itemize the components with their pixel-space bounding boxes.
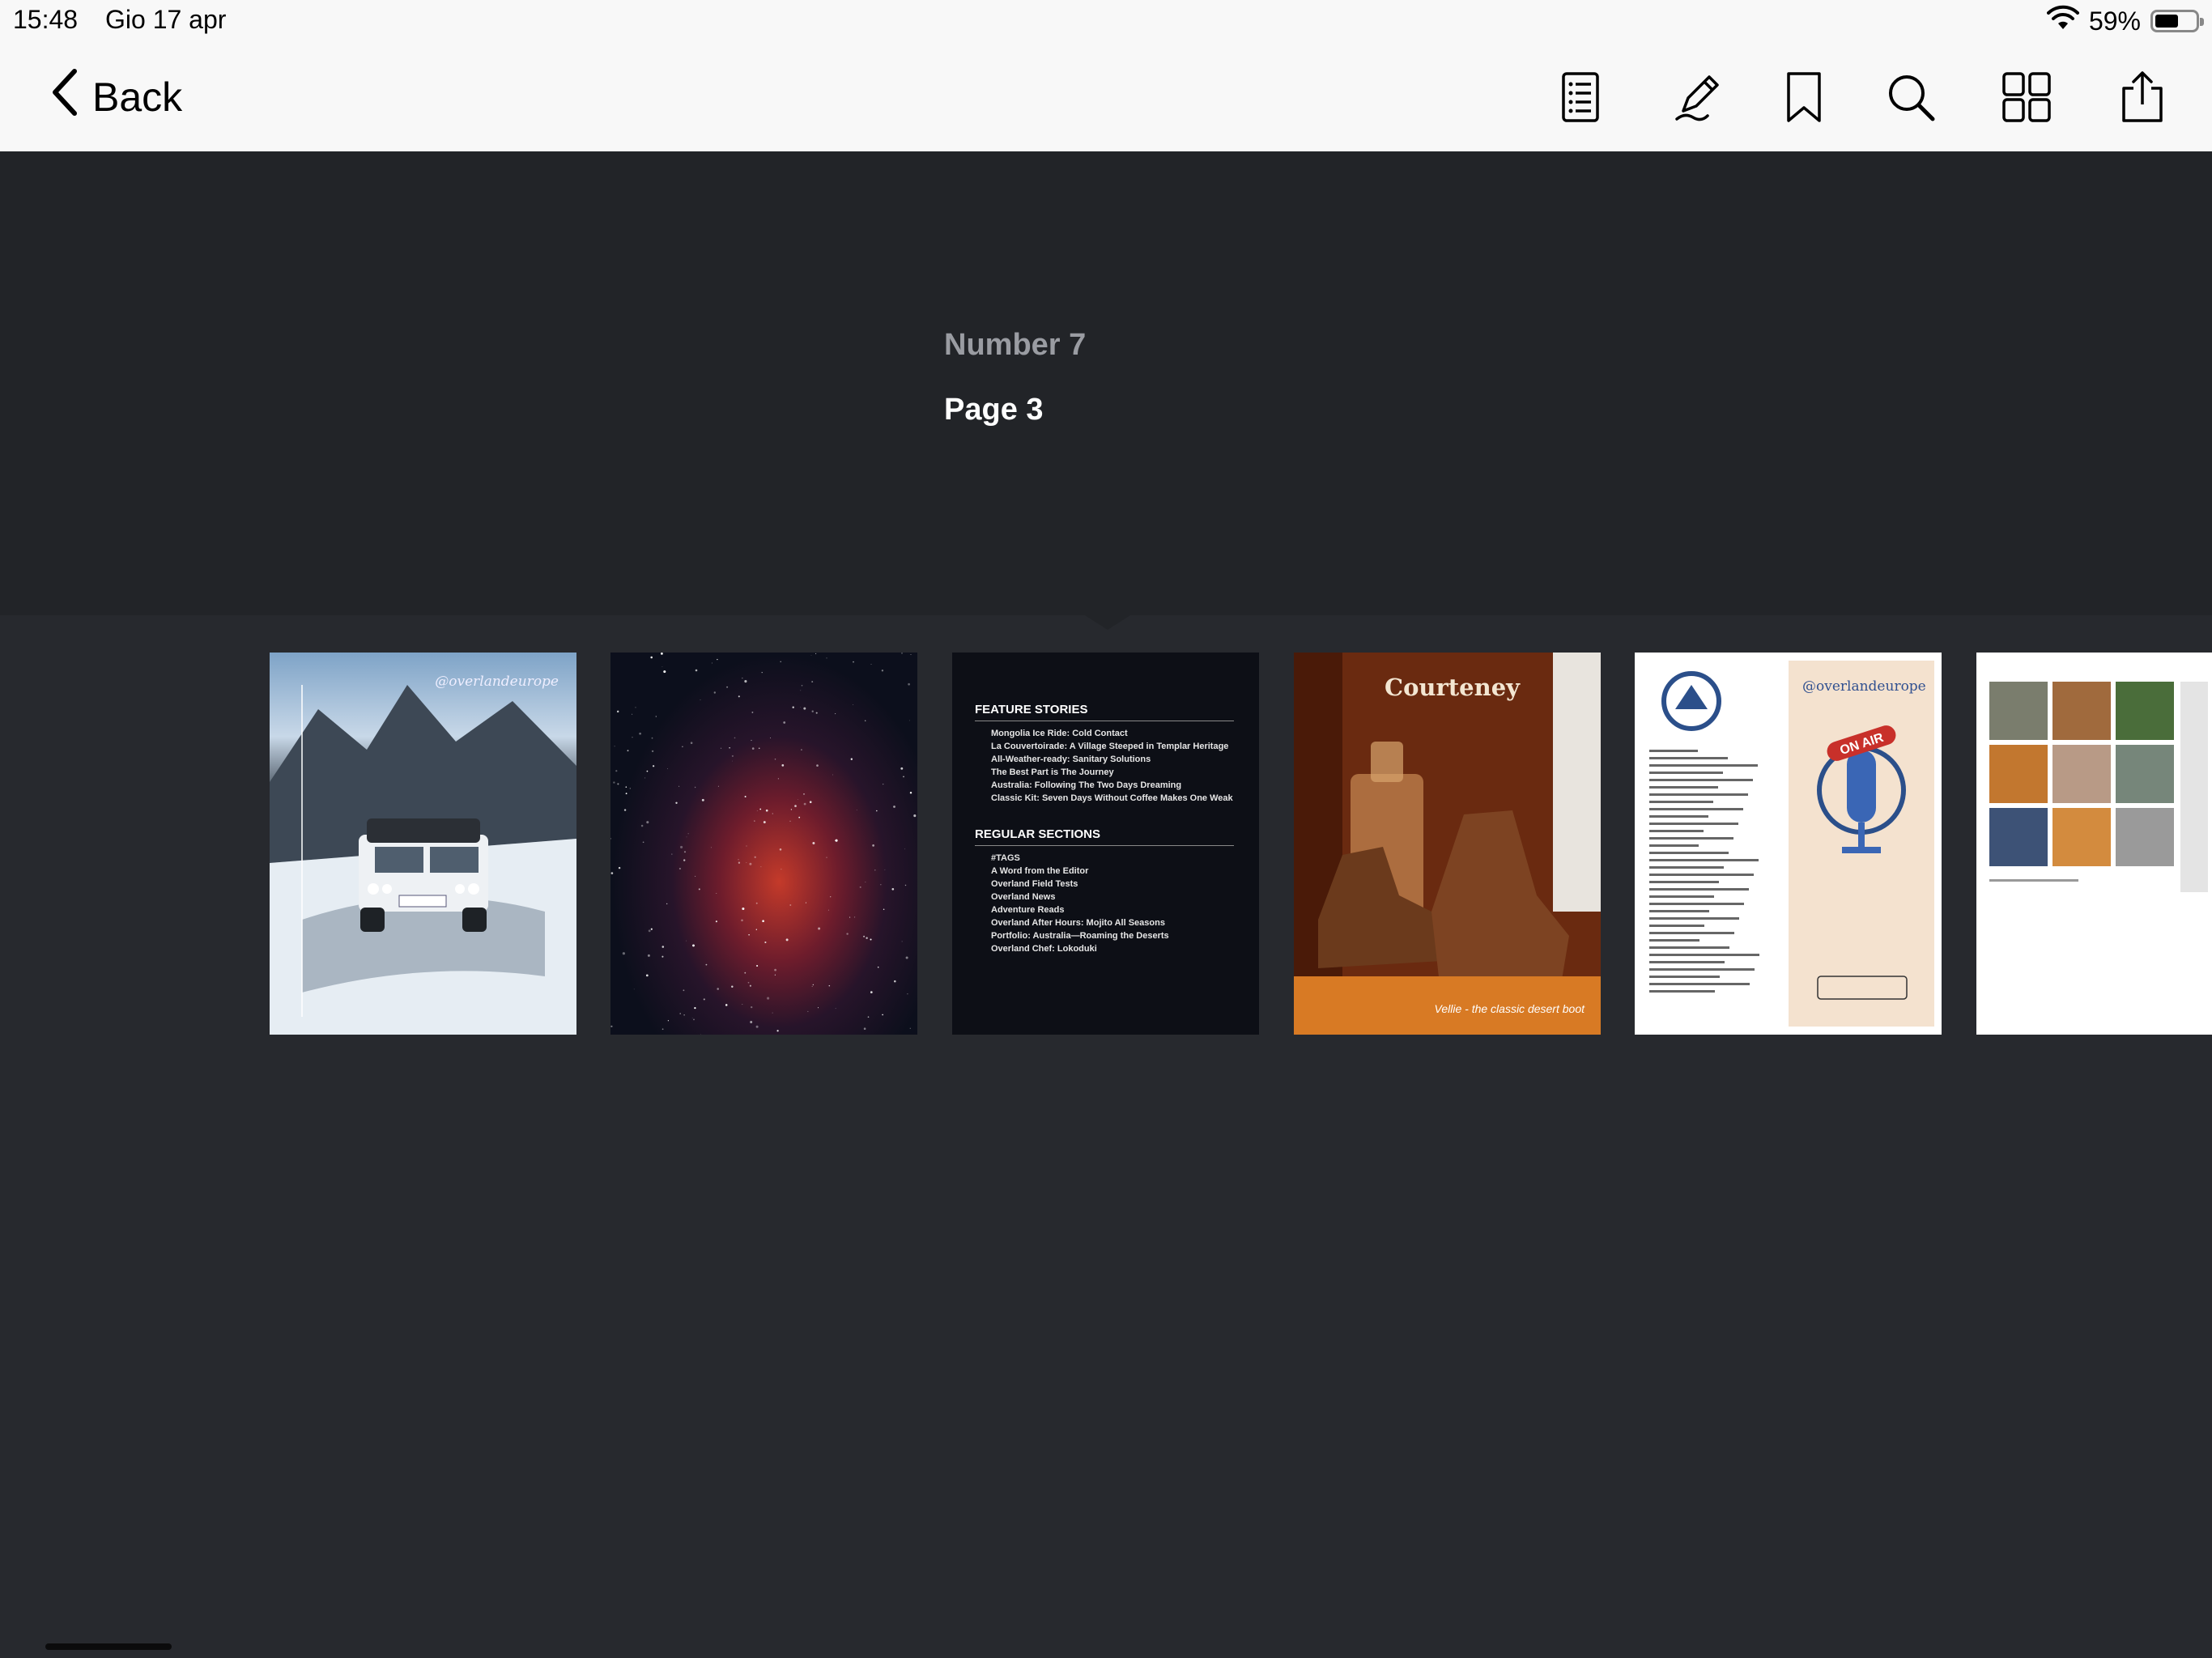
home-indicator [45, 1643, 172, 1650]
share-button[interactable] [2112, 66, 2173, 128]
toc-item: Classic Kit: Seven Days Without Coffee M… [991, 793, 1233, 803]
table-of-contents-button[interactable] [1550, 66, 1611, 128]
toc-item: Overland Field Tests [991, 879, 1078, 889]
search-icon [1889, 75, 1935, 121]
page-thumbnail-3[interactable]: FEATURE STORIES Mongolia Ice Ride: Cold … [952, 653, 1259, 1035]
toc-item: All-Weather-ready: Sanitary Solutions [991, 755, 1151, 764]
cover-brand: @overlandeurope [435, 674, 559, 690]
status-right: 59% [2046, 3, 2204, 39]
toc-item: La Couvertoirade: A Village Steeped in T… [991, 742, 1229, 751]
page-thumbnail-5[interactable]: ON AIR @overlandeurope [1635, 653, 1942, 1035]
wifi-icon [2046, 5, 2079, 37]
toc-item: Overland News [991, 892, 1056, 902]
thumbnails-button[interactable] [1997, 66, 2058, 128]
toc-item: A Word from the Editor [991, 866, 1089, 876]
document-header [0, 151, 2212, 615]
chevron-left-icon [50, 68, 79, 126]
bookmark-button[interactable] [1773, 66, 1835, 128]
ad-caption: Vellie - the classic desert boot [1434, 1002, 1585, 1015]
status-bar: 15:48 Gio 17 apr 59% [0, 0, 2212, 42]
table-of-contents-icon [1562, 72, 1599, 122]
toc-section-heading-2: REGULAR SECTIONS [975, 827, 1101, 841]
share-icon [2122, 71, 2163, 122]
search-button[interactable] [1880, 66, 1942, 128]
bookmark-icon [1787, 72, 1821, 122]
tags-page-image [1989, 682, 2208, 892]
page-thumbnail-4[interactable]: Courteney Vellie - the classic desert bo… [1294, 653, 1601, 1035]
current-page-label: Page 3 [944, 393, 1044, 427]
ad-brand: Courteney [1385, 674, 1521, 701]
page-thumbnail-6[interactable] [1976, 653, 2212, 1035]
toolbar: Back [0, 42, 2212, 191]
markup-button[interactable] [1666, 66, 1728, 128]
toc-item: Overland After Hours: Mojito All Seasons [991, 918, 1165, 928]
toc-item: Adventure Reads [991, 905, 1065, 915]
toc-item: #TAGS [991, 853, 1020, 863]
toc-item: Overland Chef: Lokoduki [991, 944, 1097, 954]
toc-item: The Best Part is The Journey [991, 767, 1114, 777]
thumbnail-grid-icon [2002, 72, 2051, 122]
battery-percent: 59% [2088, 6, 2141, 36]
markup-pencil-icon [1675, 75, 1719, 121]
battery-icon [2150, 10, 2204, 32]
cover-image [270, 685, 576, 1035]
back-button[interactable]: Back [50, 68, 183, 126]
page-thumbnail-1[interactable]: @overlandeurope [270, 653, 576, 1035]
toc-item: Australia: Following The Two Days Dreami… [991, 780, 1182, 790]
podcast-brand: @overlandeurope [1802, 678, 1926, 695]
boots-ad-image [1294, 653, 1601, 1035]
document-title: Number 7 [944, 328, 1087, 362]
status-time: 15:48 [13, 5, 79, 34]
toc-section-heading: FEATURE STORIES [975, 703, 1088, 716]
current-page-pointer [1085, 615, 1130, 630]
masthead-page-image: ON AIR [1649, 661, 1934, 1027]
toc-item: Portfolio: Australia—Roaming the Deserts [991, 931, 1169, 941]
page-thumbnail-2[interactable] [610, 653, 917, 1035]
milky-way-image [610, 653, 917, 1035]
status-date: Gio 17 apr [105, 5, 227, 34]
toc-divider-2 [975, 845, 1234, 846]
back-label: Back [92, 74, 183, 120]
toc-item: Mongolia Ice Ride: Cold Contact [991, 729, 1128, 738]
